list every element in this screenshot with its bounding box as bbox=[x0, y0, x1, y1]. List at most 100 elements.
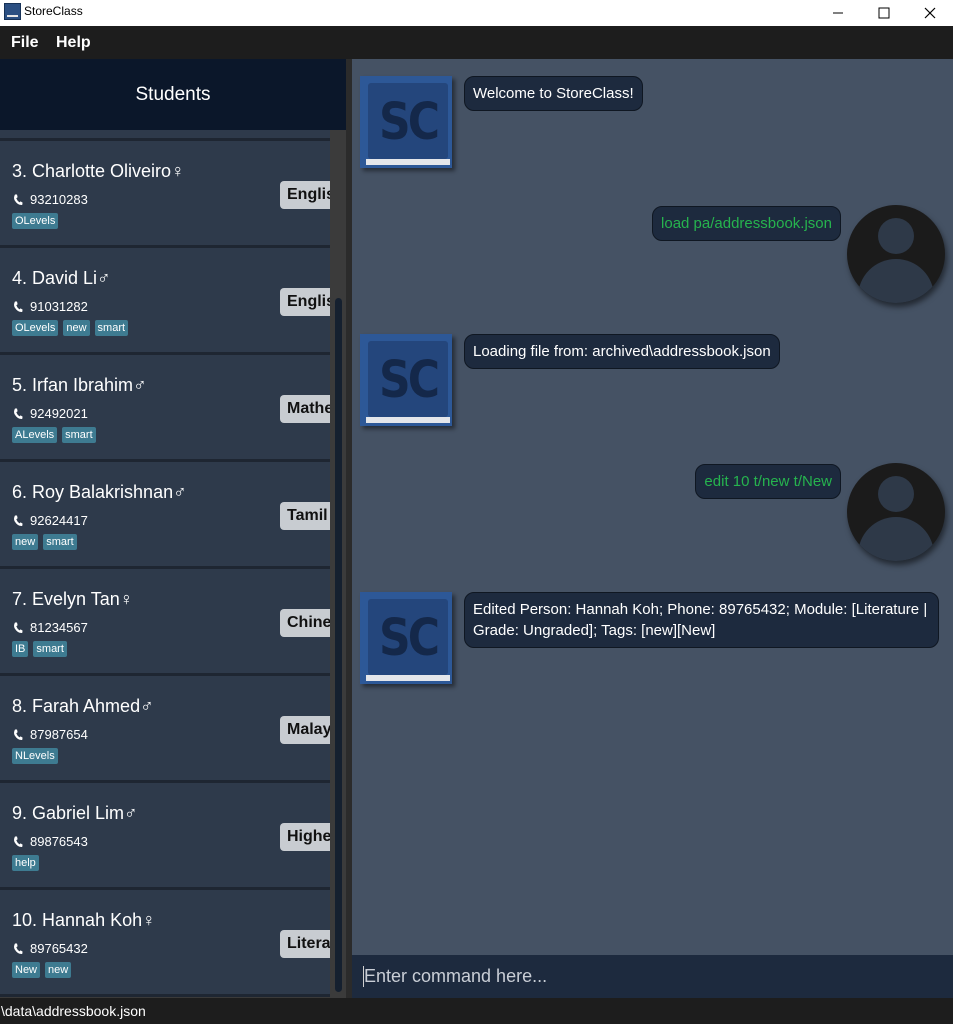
phone-icon bbox=[14, 301, 23, 313]
list-scrollbar[interactable] bbox=[330, 130, 346, 998]
tag-list: ALevels smart bbox=[12, 427, 96, 443]
menu-file[interactable]: File bbox=[11, 34, 39, 52]
storeclass-app-icon bbox=[4, 3, 21, 20]
student-name: 7. Evelyn Tan♀ bbox=[12, 589, 133, 610]
bot-message: Edited Person: Hannah Koh; Phone: 897654… bbox=[464, 592, 939, 648]
tag-badge: OLevels bbox=[12, 320, 59, 336]
bot-avatar-pages bbox=[366, 675, 450, 681]
title-bar: StoreClass bbox=[0, 0, 953, 26]
command-box[interactable] bbox=[352, 955, 953, 998]
gender-symbol: ♂ bbox=[97, 268, 111, 288]
bot-message: Loading file from: archived\addressbook.… bbox=[464, 334, 780, 369]
tag-badge: smart bbox=[43, 534, 77, 550]
tag-badge: smart bbox=[94, 320, 129, 336]
phone-icon bbox=[14, 729, 23, 741]
user-message: edit 10 t/new t/New bbox=[695, 464, 841, 499]
tag-list: New new bbox=[12, 962, 72, 978]
phone-icon bbox=[14, 622, 23, 634]
student-list-header: Students bbox=[0, 59, 346, 130]
student-name-text: 8. Farah Ahmed bbox=[12, 696, 141, 716]
module-badge: English bbox=[280, 288, 330, 316]
student-name-text: 10. Hannah Koh bbox=[12, 910, 143, 930]
module-label: Mathematics bbox=[287, 400, 330, 417]
previous-card-edge bbox=[0, 130, 330, 141]
student-list[interactable]: 3. Charlotte Oliveiro♀ 93210283 OLevels Eng… bbox=[0, 130, 330, 998]
tag-badge: smart bbox=[62, 427, 96, 443]
phone-icon bbox=[14, 515, 23, 527]
student-phone: 91031282 bbox=[30, 299, 88, 314]
student-name-text: 7. Evelyn Tan bbox=[12, 589, 120, 609]
menu-help[interactable]: Help bbox=[56, 34, 91, 52]
bot-avatar-book: SC bbox=[368, 341, 448, 417]
student-name-text: 4. David Li bbox=[12, 268, 98, 288]
student-card[interactable]: 9. Gabriel Lim♂ 89876543 help Higher bbox=[0, 783, 330, 890]
student-card[interactable]: 10. Hannah Koh♀ 89765432 Newnew Literature bbox=[0, 890, 330, 997]
student-card[interactable]: 4. David Li♂ 91031282 OLevels new smart Engli… bbox=[0, 248, 330, 355]
student-card[interactable]: 7. Evelyn Tan♀81234567IBsmartChinese bbox=[0, 569, 330, 676]
maximize-button[interactable] bbox=[861, 0, 907, 26]
student-name-text: 5. Irfan Ibrahim bbox=[12, 375, 134, 395]
student-card[interactable]: 3. Charlotte Oliveiro♀ 93210283 OLevels Eng… bbox=[0, 141, 330, 248]
bot-avatar: SC bbox=[360, 334, 452, 426]
tag-list: OLevels new smart bbox=[12, 320, 129, 336]
user-avatar-body bbox=[858, 259, 934, 303]
tag-badge: new bbox=[45, 962, 72, 978]
student-phone: 89765432 bbox=[30, 941, 88, 956]
gender-symbol: ♀ bbox=[119, 589, 134, 609]
tag-list: OLevels bbox=[12, 213, 59, 229]
tag-badge: NLevels bbox=[12, 748, 58, 764]
student-phone: 89876543 bbox=[30, 834, 88, 849]
student-name: 4. David Li♂ bbox=[12, 268, 111, 289]
phone-icon bbox=[14, 194, 23, 206]
student-phone: 93210283 bbox=[30, 192, 88, 207]
status-file-path: \data\addressbook.json bbox=[1, 1003, 146, 1019]
maximize-icon bbox=[878, 7, 890, 19]
close-button[interactable] bbox=[907, 0, 953, 26]
status-bar: \data\addressbook.json bbox=[0, 998, 953, 1024]
module-badge: Malay bbox=[280, 716, 330, 744]
minimize-button[interactable] bbox=[815, 0, 861, 26]
student-list-title: Students bbox=[135, 84, 211, 105]
student-card[interactable]: 5. Irfan Ibrahim♂ 92492021 ALevels smart Mat… bbox=[0, 355, 330, 462]
phone-icon bbox=[14, 943, 23, 955]
student-name: 3. Charlotte Oliveiro♀ bbox=[12, 161, 185, 182]
bot-avatar-book: SC bbox=[368, 83, 448, 159]
student-list-panel: Students 3. Charlotte Oliveiro♀ 93210283 O… bbox=[0, 59, 346, 998]
menu-bar: File Help bbox=[0, 26, 953, 59]
student-name-text: 6. Roy Balakrishnan bbox=[12, 482, 174, 502]
student-card[interactable]: 8. Farah Ahmed♂ 87987654 NLevels Malay bbox=[0, 676, 330, 783]
student-name: 5. Irfan Ibrahim♂ bbox=[12, 375, 147, 396]
result-display: SC Welcome to StoreClass! load pa/addressb… bbox=[352, 59, 953, 955]
student-card[interactable]: 6. Roy Balakrishnan♂ 92624417 new smart Tami… bbox=[0, 462, 330, 569]
module-label: English bbox=[287, 186, 330, 203]
bot-avatar-logo: SC bbox=[379, 609, 440, 668]
list-scroll-thumb[interactable] bbox=[335, 298, 342, 992]
module-badge: Literature bbox=[280, 930, 330, 958]
module-label: Higher bbox=[287, 828, 330, 845]
bot-avatar-pages bbox=[366, 417, 450, 423]
gender-symbol: ♂ bbox=[124, 803, 138, 823]
user-avatar-icon bbox=[847, 463, 945, 561]
tag-badge: help bbox=[12, 855, 39, 871]
window-title: StoreClass bbox=[24, 4, 83, 18]
close-icon bbox=[924, 7, 936, 19]
module-badge: Higher bbox=[280, 823, 330, 851]
student-phone: 87987654 bbox=[30, 727, 88, 742]
module-label: Literature bbox=[287, 935, 330, 952]
module-badge: Mathematics bbox=[280, 395, 330, 423]
module-badge: Tamil bbox=[280, 502, 330, 530]
command-input[interactable] bbox=[364, 963, 934, 989]
gender-symbol: ♀ bbox=[142, 910, 156, 930]
student-name-text: 3. Charlotte Oliveiro bbox=[12, 161, 172, 181]
bot-avatar: SC bbox=[360, 592, 452, 684]
student-phone: 92624417 bbox=[30, 513, 88, 528]
student-name: 9. Gabriel Lim♂ bbox=[12, 803, 138, 824]
user-avatar-head bbox=[878, 476, 914, 512]
tag-badge: OLevels bbox=[12, 213, 59, 229]
tag-badge: New bbox=[12, 962, 41, 978]
bot-avatar-pages bbox=[366, 159, 450, 165]
tag-badge: ALevels bbox=[12, 427, 58, 443]
bot-avatar-book: SC bbox=[368, 599, 448, 675]
tag-list: IB smart bbox=[12, 641, 67, 657]
gender-symbol: ♀ bbox=[171, 161, 185, 181]
